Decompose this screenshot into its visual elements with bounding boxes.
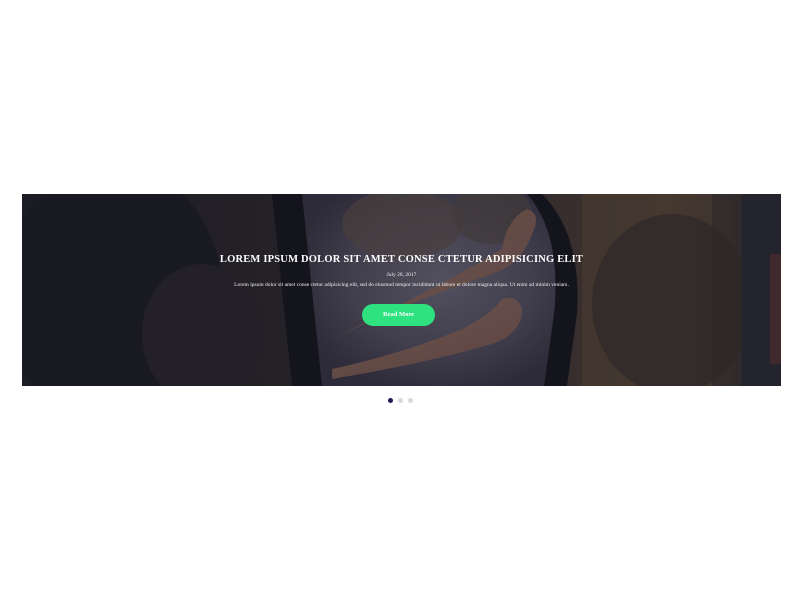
slider-dot-3[interactable]	[407, 398, 413, 403]
slider-pagination	[0, 398, 800, 403]
slide-excerpt: Lorem ipsum dolor sit amet conse ctetur …	[234, 282, 569, 288]
slider-dot-2[interactable]	[397, 398, 403, 403]
page: LOREM IPSUM DOLOR SIT AMET CONSE CTETUR …	[0, 0, 800, 600]
hero-slider: LOREM IPSUM DOLOR SIT AMET CONSE CTETUR …	[22, 194, 781, 386]
slider-dot-1[interactable]	[387, 398, 393, 403]
slide-content: LOREM IPSUM DOLOR SIT AMET CONSE CTETUR …	[22, 194, 781, 386]
slide-date: July 28, 2017	[386, 272, 417, 278]
read-more-button[interactable]: Read More	[362, 304, 435, 326]
slide-title: LOREM IPSUM DOLOR SIT AMET CONSE CTETUR …	[219, 254, 584, 265]
